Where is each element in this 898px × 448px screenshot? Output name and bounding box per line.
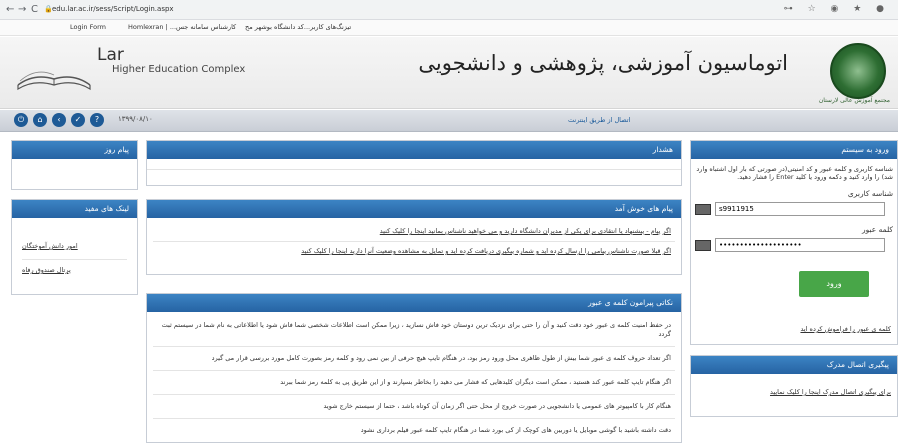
- bookmarks-bar: تیزنگ‌های کاربر کد دانشگاه بوشهر مح... ک…: [0, 20, 898, 36]
- tip-item: اگر تعداد حروف کلمه ی عبور شما بیش از طو…: [153, 347, 675, 371]
- panel-title: پیام های خوش آمد: [147, 200, 681, 218]
- password-tips-panel: نکاتی پیرامون کلمه ی عبور در حفظ امنیت ک…: [146, 293, 682, 443]
- bookmark-item[interactable]: کارشناس سامانه جس: [176, 23, 236, 31]
- panel-title: پیام روز: [12, 141, 137, 159]
- panel-title: هشدار: [147, 141, 681, 159]
- emblem-caption: مجتمع آموزش عالی لارستان: [818, 97, 890, 104]
- tip-item: اگر هنگام تایپ کلمه عبور کند هستید ، ممک…: [153, 371, 675, 395]
- internet-connection-link[interactable]: اتصال از طریق اینترنت: [568, 116, 630, 124]
- forgot-password-link[interactable]: کلمه ی عبور را فراموش کرده اید: [800, 325, 891, 333]
- welcome-panel: پیام های خوش آمد اگر پیام - پیشنهاد یا ا…: [146, 199, 682, 275]
- url-field[interactable]: edu.lar.ac.ir/sess/Script/Login.aspx: [52, 5, 174, 13]
- panel-title: نکاتی پیرامون کلمه ی عبور: [147, 294, 681, 312]
- useful-link-item[interactable]: پرتال صندوق رفاه: [22, 260, 127, 281]
- browser-address-bar: ← → C 🔒 edu.lar.ac.ir/sess/Script/Login.…: [0, 0, 898, 20]
- useful-link-item[interactable]: امور دانش آموختگان: [22, 234, 127, 260]
- tracking-link[interactable]: برای پیگیری اتصال مدرک اینجا را کلیک نما…: [691, 374, 897, 411]
- tracking-panel: پیگیری اتصال مدرک برای پیگیری اتصال مدرک…: [690, 355, 898, 417]
- home-icon[interactable]: ⌂: [33, 113, 47, 127]
- useful-links-panel: لینک های مفید امور دانش آموختگان پرتال ص…: [11, 199, 138, 295]
- username-label: شناسه کاربری: [847, 189, 893, 198]
- login-button[interactable]: ورود: [799, 271, 869, 297]
- check-icon[interactable]: ✓: [71, 113, 85, 127]
- current-date: ۱۳۹۹/۰۸/۱۰: [118, 115, 153, 123]
- welcome-message-item[interactable]: اگر پیام - پیشنهاد یا انتقادی برای یکی ا…: [153, 222, 675, 242]
- forward-icon[interactable]: →: [18, 4, 26, 15]
- keyboard-icon[interactable]: [695, 240, 711, 251]
- power-icon[interactable]: ⏻: [14, 113, 28, 127]
- bookmark-item[interactable]: Login Form: [70, 23, 106, 31]
- bookmark-item[interactable]: کد دانشگاه بوشهر مح...: [245, 23, 310, 31]
- browser-toolbar-icons[interactable]: ⊶ ☆ ◉ ★ ●: [784, 4, 890, 14]
- login-panel: ورود به سیستم شناسه کاربری و کلمه عبور و…: [690, 140, 898, 345]
- tip-item: هنگام کار با کامپیوتر های عمومی یا دانشج…: [153, 395, 675, 419]
- reload-icon[interactable]: C: [31, 4, 38, 15]
- today-message-panel: پیام روز: [11, 140, 138, 190]
- panel-title: پیگیری اتصال مدرک: [691, 356, 897, 374]
- university-emblem-icon: [830, 43, 886, 99]
- login-instructions: شناسه کاربری و کلمه عبور و کد امنیتی(در …: [696, 165, 893, 181]
- password-input[interactable]: [715, 238, 885, 252]
- username-input[interactable]: [715, 202, 885, 216]
- tip-item: دقت داشته باشید با گوشی موبایل یا دوربین…: [360, 426, 671, 434]
- keyboard-icon[interactable]: [695, 204, 711, 215]
- welcome-message-item[interactable]: اگر قبلا صورت ناشناس پیامی را ارسال کرده…: [153, 242, 675, 261]
- bookmark-item[interactable]: Homlexran | ...: [128, 23, 176, 31]
- open-book-logo-icon: [17, 71, 91, 91]
- warning-panel: هشدار: [146, 140, 682, 186]
- site-header: Lar Higher Education Complex اتوماسیون آ…: [0, 37, 898, 109]
- english-title: Lar: [97, 45, 124, 65]
- panel-title: ورود به سیستم: [691, 141, 897, 159]
- nav-strip: ⏻ ⌂ ‹ ✓ ? ۱۳۹۹/۰۸/۱۰ اتصال از طریق اینتر…: [0, 110, 898, 132]
- tip-item: در حفظ امنیت کلمه ی عبور خود دقت کنید و …: [153, 314, 675, 347]
- password-label: کلمه عبور: [861, 225, 893, 234]
- panel-title: لینک های مفید: [12, 200, 137, 218]
- bookmark-item[interactable]: تیزنگ‌های کاربر: [310, 23, 351, 31]
- back-icon[interactable]: ←: [6, 4, 14, 15]
- back-arrow-icon[interactable]: ‹: [52, 113, 66, 127]
- persian-title: اتوماسیون آموزشی، پژوهشی و دانشجویی: [418, 51, 788, 75]
- english-subtitle: Higher Education Complex: [112, 64, 246, 75]
- help-icon[interactable]: ?: [90, 113, 104, 127]
